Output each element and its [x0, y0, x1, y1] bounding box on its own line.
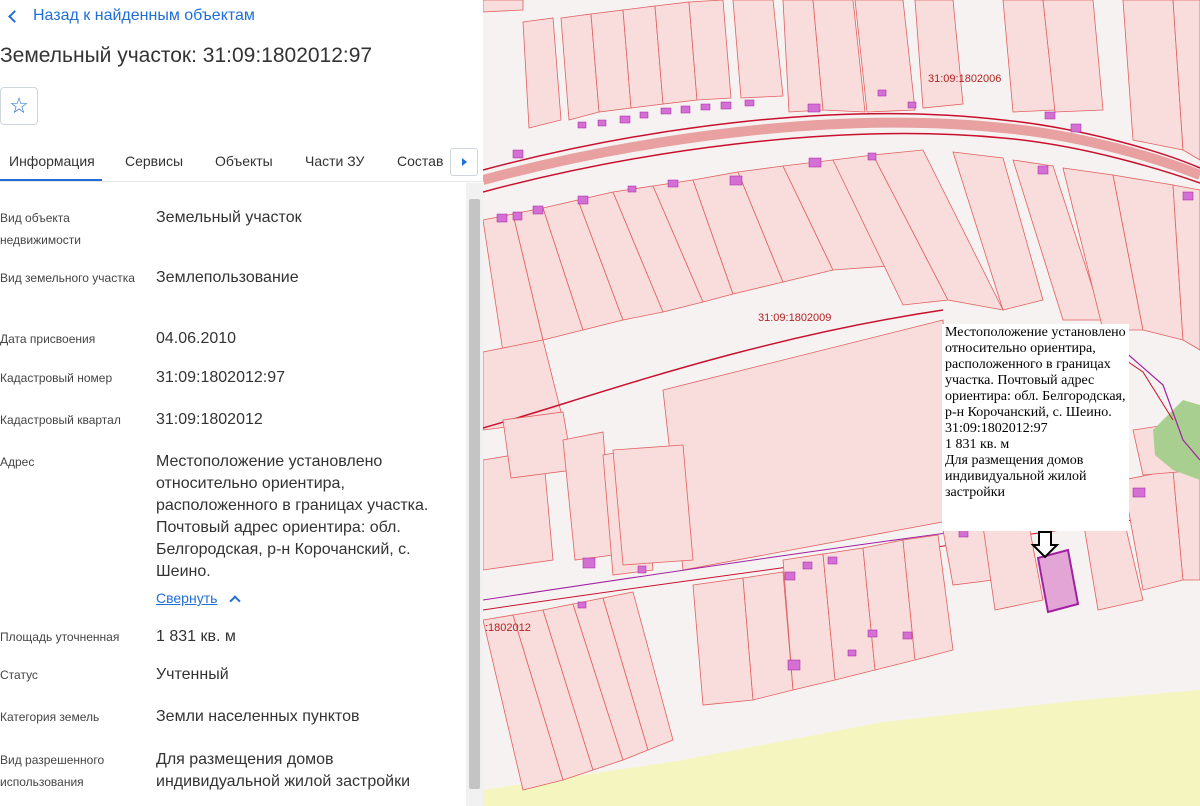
map-label-quarter-1802012: :1802012 [485, 622, 531, 634]
collapse-link[interactable]: Свернуть [156, 590, 242, 607]
field-value: 31:09:1802012 [156, 411, 263, 428]
tab-parts[interactable]: Части ЗУ [305, 142, 364, 181]
field-label: Категория земель [0, 710, 100, 724]
map-tooltip: Местоположение установлено относительно … [942, 324, 1129, 531]
collapse-link-label: Свернуть [156, 590, 218, 606]
favorite-button[interactable]: ☆ [0, 87, 38, 125]
field-value: Местоположение установлено относительно … [156, 453, 429, 580]
map-label-quarter-1802009: 31:09:1802009 [758, 312, 832, 324]
field-label: Кадастровый квартал [0, 413, 121, 427]
star-icon: ☆ [9, 93, 29, 118]
tooltip-area: 1 831 кв. м [945, 437, 1010, 452]
caret-right-icon [461, 158, 467, 166]
tooltip-cadastral-number: 31:09:1802012:97 [945, 421, 1048, 436]
tab-info[interactable]: Информация [0, 142, 102, 181]
field-value: 04.06.2010 [156, 330, 237, 347]
tab-objects[interactable]: Объекты [215, 142, 273, 181]
chevron-left-icon [8, 9, 21, 23]
field-label: Адрес [0, 455, 35, 469]
scrollbar-thumb[interactable] [469, 199, 480, 789]
back-link[interactable]: Назад к найденным объектам [6, 4, 255, 28]
field-label: Вид земельного участка [0, 271, 135, 285]
field-value: 31:09:1802012:97 [156, 369, 286, 386]
tooltip-address: Местоположение установлено относительно … [945, 325, 1126, 420]
tab-bar: Информация Сервисы Объекты Части ЗУ Сост… [0, 142, 483, 182]
field-label: Статус [0, 668, 38, 682]
chevron-up-icon [229, 594, 242, 607]
field-value: Землепользование [156, 269, 299, 286]
field-label: Площадь уточненная [0, 630, 120, 644]
info-scrollbar[interactable] [466, 183, 483, 806]
field-value: Земли населенных пунктов [156, 708, 360, 725]
tab-services[interactable]: Сервисы [125, 142, 183, 181]
cadastral-map[interactable]: 31:09:1802006 31:09:1802009 :1802012 Мес… [483, 0, 1200, 806]
field-label: Кадастровый номер [0, 371, 113, 385]
tooltip-usage: Для размещения домов индивидуальной жило… [945, 453, 1087, 500]
field-value: Для размещения домов индивидуальной жило… [156, 751, 410, 790]
field-label: Вид разрешенного использования [0, 753, 105, 789]
map-label-quarter-1802006: 31:09:1802006 [928, 73, 1002, 85]
info-list: Вид объекта недвижимости Земельный участ… [0, 183, 466, 806]
field-value: Учтенный [156, 666, 229, 683]
field-value: Земельный участок [156, 209, 302, 226]
tabs-scroll-right-button[interactable] [450, 148, 478, 176]
info-panel: Назад к найденным объектам Земельный уча… [0, 0, 483, 806]
tab-composition[interactable]: Состав [397, 142, 443, 181]
page-title: Земельный участок: 31:09:1802012:97 [0, 44, 373, 67]
back-link-label: Назад к найденным объектам [33, 7, 255, 24]
field-label: Дата присвоения [0, 332, 96, 346]
field-label: Вид объекта недвижимости [0, 211, 81, 247]
field-value: 1 831 кв. м [156, 628, 236, 645]
